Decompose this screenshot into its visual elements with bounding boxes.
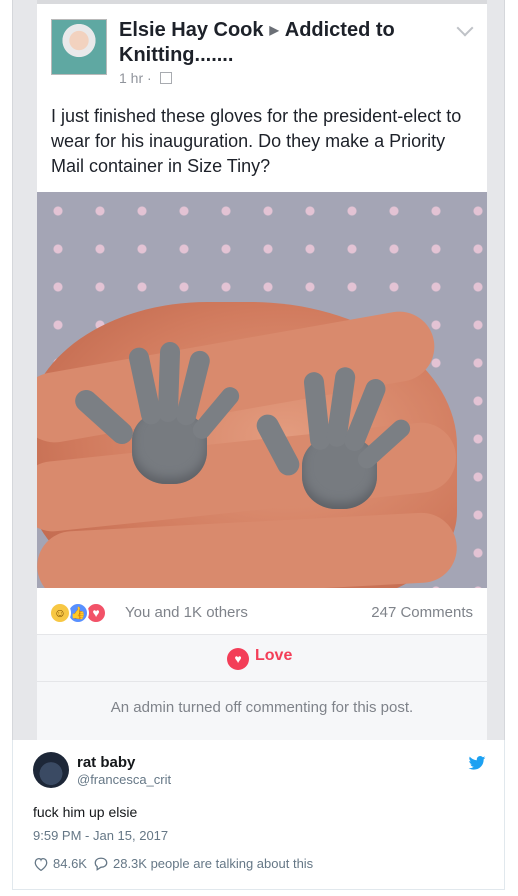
- like-action[interactable]: 84.6K: [33, 856, 87, 871]
- tweet-card: rat baby @francesca_crit fuck him up els…: [12, 740, 505, 890]
- replies-count: 28.3K people are talking about this: [112, 856, 314, 871]
- reply-bubble-icon: [94, 857, 108, 871]
- post-text: I just finished these gloves for the pre…: [51, 106, 462, 176]
- knitted-glove: [70, 341, 247, 492]
- avatar[interactable]: [33, 752, 69, 788]
- display-name[interactable]: rat baby: [77, 754, 135, 771]
- likes-count: 84.6K: [53, 856, 87, 871]
- love-button[interactable]: ♥ Love: [227, 647, 292, 670]
- tweet-text: fuck him up elsie: [33, 804, 138, 820]
- love-action-bar: ♥ Love: [37, 634, 487, 682]
- haha-reaction-icon: ☺: [49, 602, 71, 624]
- reactions-bar: ☺ 👍 ♥ You and 1K others 247 Comments: [37, 596, 487, 630]
- author-name: Elsie Hay Cook: [119, 19, 264, 41]
- tweet-timestamp[interactable]: 9:59 PM - Jan 15, 2017: [33, 828, 168, 843]
- comments-count[interactable]: 247 Comments: [371, 604, 473, 621]
- post-meta: 1 hr ·: [119, 70, 172, 86]
- post-header: Elsie Hay Cook ▶ Addicted to Knitting.....…: [119, 18, 439, 68]
- facebook-screenshot: Elsie Hay Cook ▶ Addicted to Knitting.....…: [12, 0, 505, 740]
- admin-note: An admin turned off commenting for this …: [37, 682, 487, 740]
- twitter-bird-icon[interactable]: [468, 756, 486, 770]
- love-label: Love: [255, 647, 293, 664]
- author-avatar: [51, 19, 107, 75]
- meta-separator: ·: [147, 70, 152, 86]
- reply-action[interactable]: 28.3K people are talking about this: [93, 856, 313, 871]
- tweet-actions: 84.6K 28.3K people are talking about thi…: [33, 856, 313, 871]
- post-time: 1 hr: [119, 70, 144, 86]
- chevron-down-icon: [456, 19, 474, 37]
- user-handle[interactable]: @francesca_crit: [77, 772, 171, 787]
- heart-outline-icon: [34, 857, 48, 871]
- facebook-post-card: Elsie Hay Cook ▶ Addicted to Knitting.....…: [37, 0, 487, 740]
- post-top-divider: [37, 0, 487, 4]
- love-icon: ♥: [227, 648, 249, 670]
- reactions-summary[interactable]: You and 1K others: [125, 604, 248, 621]
- post-photo: [37, 192, 487, 588]
- arrow-right-icon: ▶: [269, 23, 279, 37]
- knitted-glove: [252, 365, 417, 517]
- globe-icon: [159, 72, 172, 84]
